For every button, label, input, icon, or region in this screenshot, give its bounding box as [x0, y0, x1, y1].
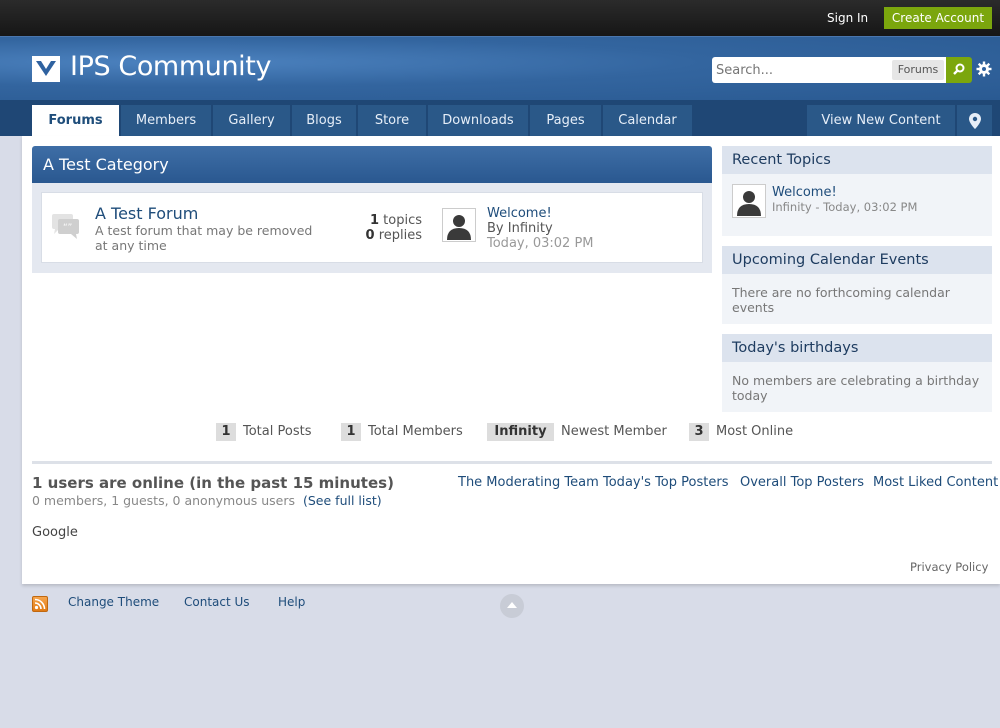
sign-in-link[interactable]: Sign In [827, 11, 868, 25]
total-members-value: 1 [341, 423, 361, 441]
search-input[interactable] [716, 60, 890, 80]
help-link[interactable]: Help [278, 595, 305, 609]
last-poster-avatar[interactable] [442, 208, 476, 242]
view-new-content-link[interactable]: View New Content [807, 105, 955, 136]
branding-bar: IPS Community Forums [0, 36, 1000, 100]
privacy-policy-link[interactable]: Privacy Policy [910, 560, 988, 574]
category-header[interactable]: A Test Category [32, 146, 712, 183]
primary-nav: Forums Members Gallery Blogs Store Downl… [0, 100, 1000, 136]
overall-top-posters-link[interactable]: Overall Top Posters [740, 475, 864, 490]
last-post-author: By Infinity [487, 221, 553, 236]
user-placeholder-icon [734, 186, 764, 216]
birthdays-header: Today's birthdays [722, 334, 992, 362]
forum-read-icon: “” [52, 214, 79, 239]
tab-store[interactable]: Store [358, 105, 426, 136]
total-posts-value: 1 [216, 423, 236, 441]
online-users-summary: 0 members, 1 guests, 0 anonymous users [32, 493, 296, 508]
user-bar: Sign In Create Account [0, 0, 1000, 36]
forum-topics-stat: 1 topics [370, 213, 422, 228]
online-users-title: 1 users are online (in the past 15 minut… [32, 474, 394, 492]
most-online-value: 3 [689, 423, 709, 441]
most-liked-content-link[interactable]: Most Liked Content [873, 475, 998, 490]
forum-description: A test forum that may be removed at any … [95, 223, 313, 253]
back-to-top-button[interactable] [500, 594, 524, 618]
replies-label: replies [378, 228, 422, 243]
create-account-button[interactable]: Create Account [884, 7, 992, 29]
search-box: Forums [712, 57, 946, 83]
topics-label: topics [383, 213, 422, 228]
total-members-label: Total Members [368, 424, 463, 439]
location-pin-button[interactable] [957, 105, 992, 136]
see-full-list-link[interactable]: (See full list) [303, 493, 382, 508]
user-placeholder-icon [444, 210, 474, 240]
location-pin-icon [968, 113, 981, 129]
logo-icon [32, 56, 60, 82]
moderating-team-link[interactable]: The Moderating Team [458, 475, 599, 490]
contact-us-link[interactable]: Contact Us [184, 595, 250, 609]
tab-members[interactable]: Members [121, 105, 211, 136]
last-post-title[interactable]: Welcome! [487, 206, 552, 221]
arrow-up-icon [507, 602, 517, 608]
site-logo-text[interactable]: IPS Community [70, 51, 271, 82]
forum-name-link[interactable]: A Test Forum [95, 204, 198, 223]
tab-pages[interactable]: Pages [530, 105, 601, 136]
section-divider [32, 461, 992, 464]
total-posts-label: Total Posts [243, 424, 312, 439]
search-button[interactable] [946, 57, 972, 83]
newest-member-label: Newest Member [561, 424, 667, 439]
recent-topic-avatar[interactable] [732, 184, 766, 218]
search-icon [953, 63, 965, 75]
topics-count: 1 [369, 213, 380, 228]
gear-icon[interactable] [976, 61, 992, 77]
change-theme-link[interactable]: Change Theme [68, 595, 159, 609]
rss-icon[interactable] [32, 596, 48, 612]
online-bot-name: Google [32, 525, 78, 540]
tab-blogs[interactable]: Blogs [292, 105, 356, 136]
search-scope-dropdown[interactable]: Forums [892, 60, 944, 80]
forum-replies-stat: 0 replies [366, 228, 423, 243]
todays-top-posters-link[interactable]: Today's Top Posters [603, 475, 728, 490]
recent-topic-link[interactable]: Welcome! [772, 185, 837, 200]
calendar-events-body: There are no forthcoming calendar events [722, 274, 992, 324]
svg-text:“”: “” [63, 223, 72, 233]
recent-topic-meta: Infinity - Today, 03:02 PM [772, 200, 918, 214]
tab-gallery[interactable]: Gallery [213, 105, 290, 136]
most-online-label: Most Online [716, 424, 794, 439]
newest-member-value[interactable]: Infinity [487, 423, 554, 441]
calendar-events-header: Upcoming Calendar Events [722, 246, 992, 274]
replies-count: 0 [365, 228, 375, 243]
tab-calendar[interactable]: Calendar [603, 105, 692, 136]
recent-topics-header: Recent Topics [722, 146, 992, 174]
last-post-date: Today, 03:02 PM [487, 236, 594, 251]
tab-downloads[interactable]: Downloads [428, 105, 528, 136]
birthdays-body: No members are celebrating a birthday to… [722, 362, 992, 412]
rss-glyph-icon [34, 598, 46, 610]
tab-forums[interactable]: Forums [32, 105, 119, 136]
